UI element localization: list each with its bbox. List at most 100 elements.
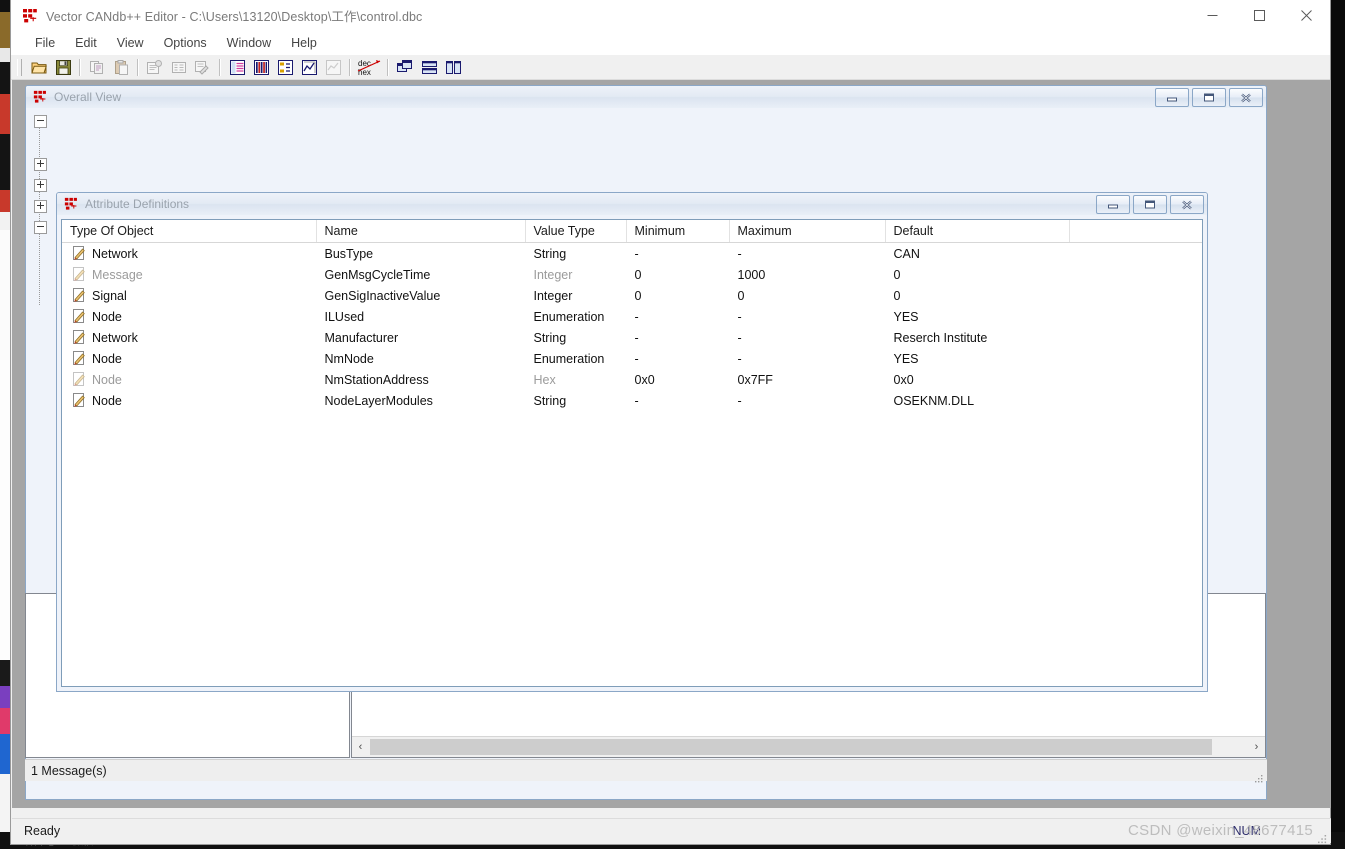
tree-toggle-3[interactable]	[34, 200, 47, 213]
cell-name: ILUsed	[324, 309, 365, 324]
cell-text: Network	[92, 246, 138, 261]
table-body: Network BusType String - - CAN Message G…	[62, 243, 1202, 412]
menu-options[interactable]: Options	[154, 34, 217, 53]
cell-blank	[1069, 243, 1202, 265]
signals-view-icon[interactable]	[249, 56, 273, 78]
table-row[interactable]: Node NmStationAddress Hex 0x0 0x7FF 0x0	[62, 369, 1202, 390]
cell-type-of-object: Message	[62, 264, 316, 285]
close-button[interactable]	[1283, 0, 1330, 31]
menu-edit[interactable]: Edit	[65, 34, 107, 53]
menu-help[interactable]: Help	[281, 34, 327, 53]
cell-maximum: 0	[737, 288, 745, 303]
horizontal-scrollbar[interactable]: ‹ ›	[352, 736, 1265, 757]
attribute-icon	[73, 267, 86, 281]
tree-toggle-4[interactable]	[34, 221, 47, 234]
tile-horizontal-icon[interactable]	[417, 56, 441, 78]
copy-icon[interactable]	[85, 56, 109, 78]
menu-file[interactable]: File	[25, 34, 65, 53]
cell-default: Reserch Institute	[893, 330, 988, 345]
cell-default: YES	[893, 309, 919, 324]
column-header-type-of-object[interactable]: Type Of Object	[62, 220, 317, 243]
candb-icon	[64, 197, 78, 211]
cell-minimum: -	[634, 393, 639, 408]
attribute-icon	[73, 351, 86, 365]
open-file-icon[interactable]	[27, 56, 51, 78]
toolbar-grip[interactable]	[17, 58, 22, 76]
table-row[interactable]: Network BusType String - - CAN	[62, 243, 1202, 265]
new-object-icon[interactable]	[143, 56, 167, 78]
cell-maximum: 0x7FF	[737, 372, 773, 387]
cell-value-type: Integer	[533, 288, 573, 303]
attribute-definitions-title-bar[interactable]: Attribute Definitions	[57, 193, 1207, 215]
cell-minimum: -	[634, 330, 639, 345]
tree-toggle-0[interactable]	[34, 115, 47, 128]
resize-grip-icon[interactable]	[1255, 770, 1263, 783]
cell-text: Node	[92, 372, 122, 387]
window-title: Vector CANdb++ Editor - C:\Users\13120\D…	[46, 10, 423, 24]
column-header-maximum[interactable]: Maximum	[729, 220, 886, 243]
attribute-definitions-close-button[interactable]	[1170, 195, 1204, 214]
cell-text: Network	[92, 330, 138, 345]
status-resize-grip-icon[interactable]	[1318, 831, 1327, 844]
cell-blank	[1069, 327, 1202, 348]
table-row[interactable]: Message GenMsgCycleTime Integer 0 1000 0	[62, 264, 1202, 285]
column-header-default[interactable]: Default	[885, 220, 1070, 243]
status-bar: Ready NUM CSDN @weixin_48677415	[12, 818, 1331, 844]
cell-maximum: -	[737, 393, 742, 408]
table-row[interactable]: Signal GenSigInactiveValue Integer 0 0 0	[62, 285, 1202, 306]
maximize-button[interactable]	[1236, 0, 1283, 31]
toolbar-separator	[349, 58, 351, 76]
column-header-value-type[interactable]: Value Type	[525, 220, 627, 243]
table-row[interactable]: Node NodeLayerModules String - - OSEKNM.…	[62, 390, 1202, 411]
overall-view-restore-button[interactable]	[1192, 88, 1226, 107]
scroll-thumb[interactable]	[370, 739, 1212, 755]
nodes-view-icon[interactable]	[273, 56, 297, 78]
delete-object-icon[interactable]	[191, 56, 215, 78]
attribute-icon	[73, 309, 86, 323]
networks-view-icon[interactable]	[297, 56, 321, 78]
column-header-minimum[interactable]: Minimum	[626, 220, 730, 243]
tree-toggle-2[interactable]	[34, 179, 47, 192]
save-file-icon[interactable]	[51, 56, 75, 78]
tree-toggle-1[interactable]	[34, 158, 47, 171]
cell-type-of-object: Node	[62, 348, 316, 369]
toolbar-separator	[137, 58, 139, 76]
menu-window[interactable]: Window	[217, 34, 281, 53]
minimize-button[interactable]	[1189, 0, 1236, 31]
environment-view-icon[interactable]	[321, 56, 345, 78]
overall-view-minimize-button[interactable]	[1155, 88, 1189, 107]
menu-view[interactable]: View	[107, 34, 154, 53]
column-header-blank[interactable]	[1069, 220, 1202, 243]
scroll-left-arrow[interactable]: ‹	[352, 738, 369, 756]
table-row[interactable]: Node NmNode Enumeration - - YES	[62, 348, 1202, 369]
attribute-definitions-restore-button[interactable]	[1133, 195, 1167, 214]
cell-value-type: String	[533, 330, 567, 345]
dec-hex-toggle-icon[interactable]: dec hex	[355, 56, 383, 78]
table-header-row: Type Of Object Name Value Type Minimum M…	[62, 220, 1202, 243]
cascade-windows-icon[interactable]	[393, 56, 417, 78]
overall-view-close-button[interactable]	[1229, 88, 1263, 107]
attribute-definitions-grid[interactable]: Type Of Object Name Value Type Minimum M…	[61, 219, 1203, 687]
toolbar-separator	[79, 58, 81, 76]
table-row[interactable]: Node ILUsed Enumeration - - YES	[62, 306, 1202, 327]
edit-object-icon[interactable]	[167, 56, 191, 78]
attribute-definitions-minimize-button[interactable]	[1096, 195, 1130, 214]
menu-bar: File Edit View Options Window Help	[11, 32, 1330, 55]
cell-blank	[1069, 306, 1202, 327]
cell-minimum: 0x0	[634, 372, 655, 387]
table-row[interactable]: Network Manufacturer String - - Reserch …	[62, 327, 1202, 348]
cell-minimum: -	[634, 309, 639, 324]
attribute-icon	[73, 330, 86, 344]
scroll-right-arrow[interactable]: ›	[1248, 738, 1265, 756]
tile-vertical-icon[interactable]	[441, 56, 465, 78]
attribute-icon	[73, 246, 86, 260]
messages-view-icon[interactable]	[225, 56, 249, 78]
cell-value-type: Enumeration	[533, 351, 605, 366]
column-header-name[interactable]: Name	[316, 220, 526, 243]
overall-view-title-bar[interactable]: Overall View	[26, 86, 1266, 108]
paste-icon[interactable]	[109, 56, 133, 78]
scroll-track[interactable]	[369, 738, 1248, 756]
application-window: Vector CANdb++ Editor - C:\Users\13120\D…	[10, 0, 1331, 845]
mdi-client-area: Overall View ‹ › 1 Message(s) Attribute …	[12, 80, 1331, 808]
cell-maximum: -	[737, 351, 742, 366]
